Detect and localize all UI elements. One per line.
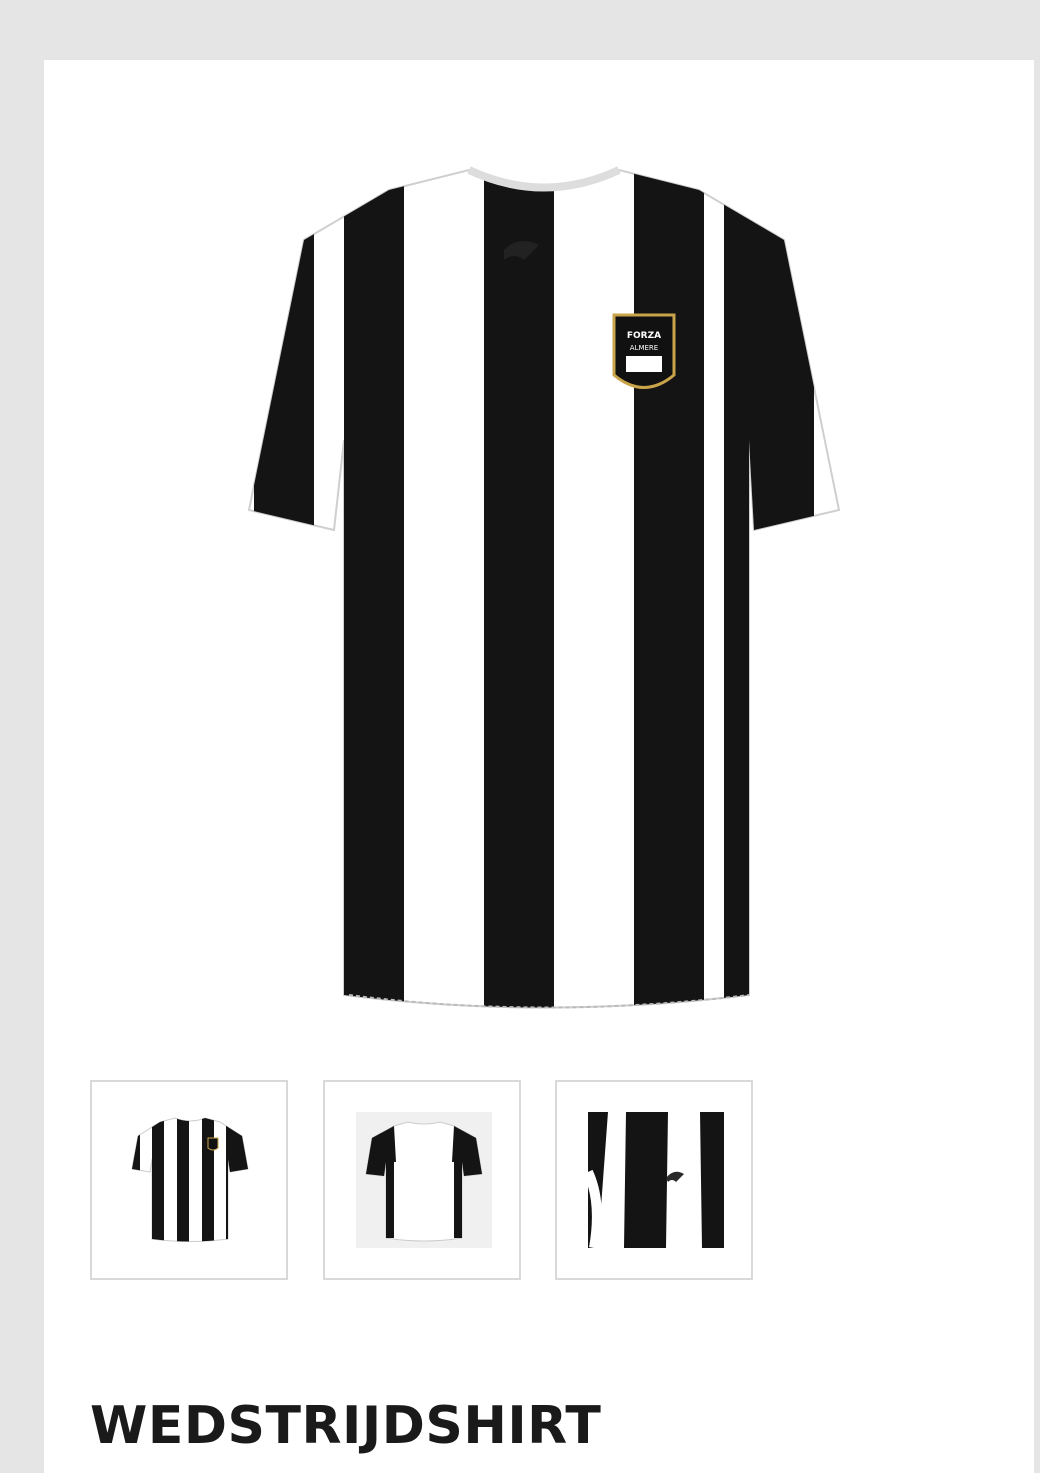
- product-main-image: FORZA ALMERE: [194, 110, 894, 1030]
- jersey-front-illustration: FORZA ALMERE: [247, 166, 841, 1009]
- crest-text-2: ALMERE: [630, 344, 658, 352]
- thumbnail-front[interactable]: [90, 1080, 288, 1280]
- product-title: WEDSTRIJDSHIRT: [90, 1396, 602, 1456]
- crest-text-1: FORZA: [627, 331, 661, 341]
- thumbnail-front-image: [131, 1117, 249, 1242]
- thumbnail-back[interactable]: [323, 1080, 521, 1280]
- thumbnail-detail[interactable]: [555, 1080, 753, 1280]
- thumbnail-detail-image: [588, 1112, 724, 1248]
- product-card: FORZA ALMERE WEDSTRIJDSHIRT: [44, 60, 1034, 1473]
- thumbnail-back-image: [356, 1112, 492, 1248]
